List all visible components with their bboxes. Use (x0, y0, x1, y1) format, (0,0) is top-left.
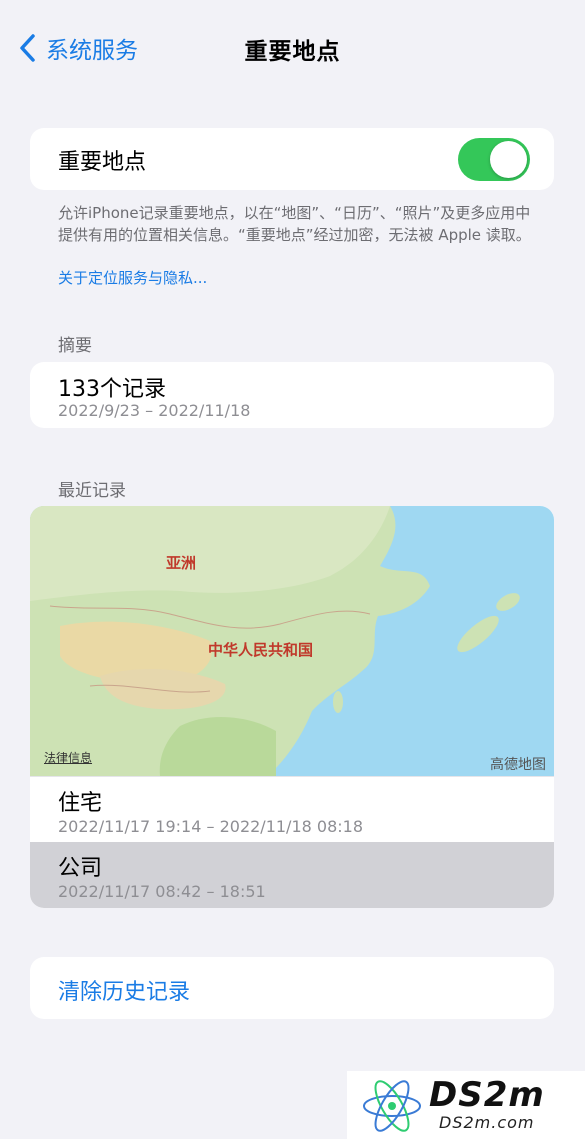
clear-history-label: 清除历史记录 (58, 980, 191, 1005)
atom-logo-icon (363, 1080, 421, 1132)
significant-locations-toggle-row: 重要地点 (30, 128, 554, 190)
record-time-range: 2022/11/17 19:14 – 2022/11/18 08:18 (58, 817, 363, 836)
toggle-label: 重要地点 (58, 150, 147, 175)
summary-card: 133个记录 2022/9/23 – 2022/11/18 (30, 362, 554, 428)
record-row-work[interactable]: 公司 2022/11/17 08:42 – 18:51 (30, 842, 554, 908)
map-island-japan-north (496, 593, 520, 611)
page-title: 重要地点 (244, 39, 341, 65)
map-label-continent: 亚洲 (166, 554, 197, 572)
switch-knob (490, 141, 527, 178)
record-time-range: 2022/11/17 08:42 – 18:51 (58, 882, 266, 901)
map-legal-link[interactable]: 法律信息 (44, 749, 92, 766)
record-title: 公司 (58, 856, 103, 881)
significant-locations-switch[interactable] (458, 138, 530, 181)
map-brand: 高德地图 (490, 757, 546, 773)
record-title: 住宅 (58, 791, 103, 816)
record-row-home[interactable]: 住宅 2022/11/17 19:14 – 2022/11/18 08:18 (30, 776, 554, 843)
footer-description: 允许iPhone记录重要地点，以在“地图”、“日历”、“照片”及更多应用中提供有… (58, 204, 531, 244)
watermark-url: DS2m.com (439, 1113, 535, 1132)
recent-records-card: 亚洲 中华人民共和国 法律信息 高德地图 住宅 2022/11/17 19:14… (30, 506, 554, 908)
locations-map[interactable]: 亚洲 中华人民共和国 法律信息 高德地图 (30, 506, 554, 776)
record-count: 133个记录 (58, 377, 166, 402)
summary-header: 摘要 (58, 336, 92, 356)
watermark: DS2m DS2m.com (347, 1071, 585, 1139)
map-island-taiwan (333, 691, 343, 713)
map-island-japan (457, 615, 499, 653)
clear-history-button[interactable]: 清除历史记录 (30, 957, 554, 1019)
privacy-link[interactable]: 关于定位服务与隐私... (58, 267, 207, 288)
map-label-country: 中华人民共和国 (208, 641, 314, 659)
recent-header: 最近记录 (58, 481, 126, 501)
navigation-bar: 系统服务 重要地点 (0, 0, 585, 96)
record-date-range: 2022/9/23 – 2022/11/18 (58, 401, 251, 420)
watermark-text: DS2m (429, 1075, 545, 1115)
